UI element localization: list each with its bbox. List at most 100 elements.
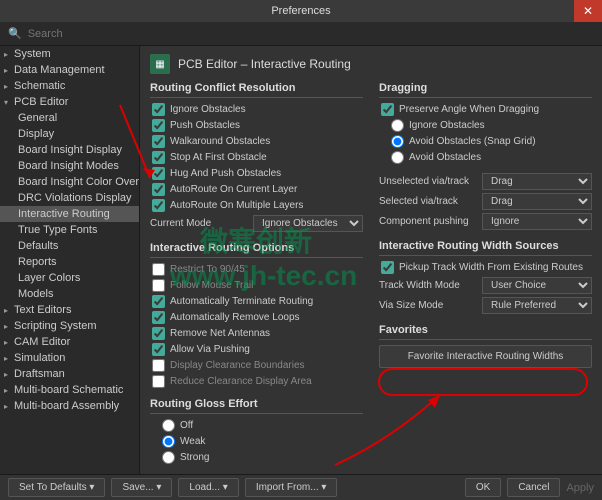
drag-row-label: Unselected via/track [379, 176, 469, 187]
drag-radio[interactable] [391, 119, 404, 132]
title-bar: Preferences ✕ [0, 0, 602, 22]
conflict-label: Walkaround Obstacles [170, 136, 270, 147]
gloss-radio[interactable] [162, 419, 175, 432]
drag-radio[interactable] [391, 135, 404, 148]
search-icon: 🔍 [8, 27, 22, 40]
sidebar-item-label: Text Editors [14, 304, 71, 316]
sidebar-item[interactable]: DRC Violations Display [0, 190, 139, 206]
chevron-icon: ▸ [4, 338, 14, 347]
sidebar-item[interactable]: Layer Colors [0, 270, 139, 286]
sidebar-item[interactable]: Reports [0, 254, 139, 270]
sidebar-item[interactable]: General [0, 110, 139, 126]
chevron-icon: ▸ [4, 354, 14, 363]
sidebar-item[interactable]: Board Insight Display [0, 142, 139, 158]
sidebar-item-label: Schematic [14, 80, 65, 92]
drag-row-select[interactable]: Drag [482, 193, 592, 210]
sidebar-item[interactable]: True Type Fonts [0, 222, 139, 238]
option-label: Restrict To 90/45 [170, 264, 245, 275]
drag-row-select[interactable]: Ignore [482, 213, 592, 230]
import-button[interactable]: Import From... ▾ [245, 478, 338, 497]
sidebar-item-label: Reports [18, 256, 57, 268]
option-checkbox[interactable] [152, 263, 165, 276]
search-input[interactable] [28, 28, 594, 40]
drag-row-label: Selected via/track [379, 196, 458, 207]
conflict-label: Push Obstacles [170, 120, 240, 131]
gloss-label: Off [180, 420, 193, 431]
sidebar-item[interactable]: ▸System [0, 46, 139, 62]
close-button[interactable]: ✕ [574, 0, 602, 22]
sidebar-item-label: Board Insight Color Overrides [18, 176, 140, 188]
conflict-checkbox[interactable] [152, 183, 165, 196]
option-checkbox[interactable] [152, 375, 165, 388]
option-checkbox[interactable] [152, 359, 165, 372]
drag-radio[interactable] [391, 151, 404, 164]
sidebar-item[interactable]: Display [0, 126, 139, 142]
sidebar-item-label: Multi-board Assembly [14, 400, 119, 412]
sidebar-item[interactable]: ▸Text Editors [0, 302, 139, 318]
sidebar-item[interactable]: ▸Draftsman [0, 366, 139, 382]
gloss-label: Strong [180, 452, 209, 463]
conflict-checkbox[interactable] [152, 103, 165, 116]
current-mode-select[interactable]: Ignore Obstacles [253, 215, 363, 232]
ok-button[interactable]: OK [465, 478, 501, 497]
apply-button: Apply [566, 482, 594, 494]
conflict-checkbox[interactable] [152, 151, 165, 164]
sidebar-item-label: Layer Colors [18, 272, 80, 284]
sidebar-item[interactable]: ▸Schematic [0, 78, 139, 94]
conflict-checkbox[interactable] [152, 167, 165, 180]
page-title: PCB Editor – Interactive Routing [178, 57, 351, 71]
sidebar-item[interactable]: ▸Simulation [0, 350, 139, 366]
drag-label: Ignore Obstacles [409, 120, 485, 131]
width-row-label: Via Size Mode [379, 300, 443, 311]
section-title: Favorites [379, 324, 592, 340]
conflict-label: AutoRoute On Multiple Layers [170, 200, 303, 211]
sidebar-item[interactable]: ▸CAM Editor [0, 334, 139, 350]
conflict-checkbox[interactable] [152, 199, 165, 212]
favorite-widths-button[interactable]: Favorite Interactive Routing Widths [379, 345, 592, 368]
set-defaults-button[interactable]: Set To Defaults ▾ [8, 478, 105, 497]
chevron-icon: ▸ [4, 82, 14, 91]
gloss-radio[interactable] [162, 451, 175, 464]
cancel-button[interactable]: Cancel [507, 478, 560, 497]
option-checkbox[interactable] [152, 279, 165, 292]
conflict-checkbox[interactable] [152, 135, 165, 148]
sidebar-tree: ▸System▸Data Management▸Schematic▾PCB Ed… [0, 46, 140, 474]
sidebar-item[interactable]: Board Insight Color Overrides [0, 174, 139, 190]
sidebar-item[interactable]: ▸Multi-board Schematic [0, 382, 139, 398]
chevron-icon: ▸ [4, 322, 14, 331]
chevron-icon: ▸ [4, 402, 14, 411]
option-label: Reduce Clearance Display Area [170, 376, 312, 387]
search-bar: 🔍 [0, 22, 602, 46]
sidebar-item[interactable]: Defaults [0, 238, 139, 254]
width-row-select[interactable]: User Choice [482, 277, 592, 294]
sidebar-item[interactable]: ▸Data Management [0, 62, 139, 78]
pickup-width-checkbox[interactable] [381, 261, 394, 274]
load-button[interactable]: Load... ▾ [178, 478, 238, 497]
sidebar-item[interactable]: ▸Multi-board Assembly [0, 398, 139, 414]
section-title: Interactive Routing Options [150, 242, 363, 258]
sidebar-item[interactable]: Board Insight Modes [0, 158, 139, 174]
sidebar-item-label: System [14, 48, 51, 60]
option-checkbox[interactable] [152, 327, 165, 340]
sidebar-item[interactable]: ▾PCB Editor [0, 94, 139, 110]
option-checkbox[interactable] [152, 295, 165, 308]
sidebar-item-label: True Type Fonts [18, 224, 97, 236]
option-checkbox[interactable] [152, 343, 165, 356]
sidebar-item[interactable]: Models [0, 286, 139, 302]
preserve-angle-checkbox[interactable] [381, 103, 394, 116]
chevron-icon: ▸ [4, 386, 14, 395]
sidebar-item[interactable]: Interactive Routing [0, 206, 139, 222]
option-label: Follow Mouse Trail [170, 280, 253, 291]
section-options: Interactive Routing Options Restrict To … [150, 242, 363, 388]
sidebar-item-label: Display [18, 128, 54, 140]
conflict-checkbox[interactable] [152, 119, 165, 132]
sidebar-item[interactable]: ▸Scripting System [0, 318, 139, 334]
drag-row-select[interactable]: Drag [482, 173, 592, 190]
save-button[interactable]: Save... ▾ [111, 478, 172, 497]
option-checkbox[interactable] [152, 311, 165, 324]
page-header: ▦ PCB Editor – Interactive Routing [150, 54, 592, 74]
conflict-label: Hug And Push Obstacles [170, 168, 281, 179]
gloss-radio[interactable] [162, 435, 175, 448]
width-row-select[interactable]: Rule Preferred [482, 297, 592, 314]
sidebar-item-label: Simulation [14, 352, 65, 364]
